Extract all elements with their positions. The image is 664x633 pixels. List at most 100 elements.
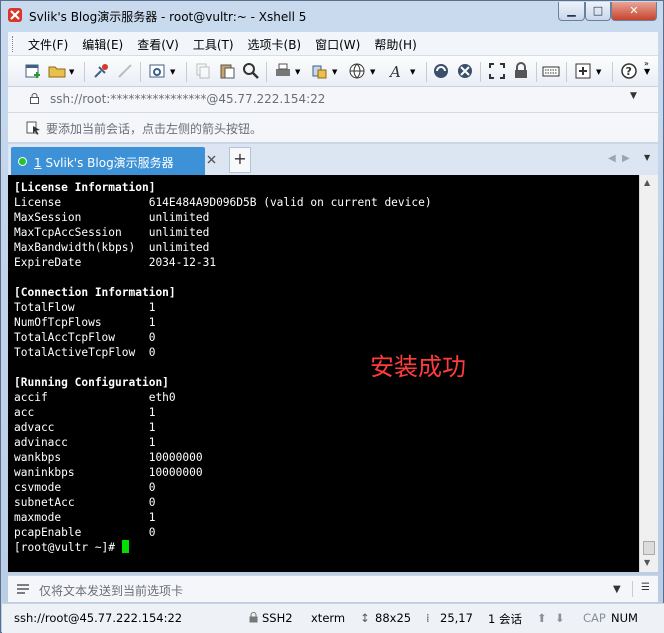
lock-icon bbox=[30, 93, 39, 104]
terminal-line: maxmode 1 bbox=[14, 511, 156, 524]
copy-icon[interactable] bbox=[194, 62, 212, 80]
print-icon[interactable] bbox=[274, 62, 292, 80]
menu-item[interactable]: 编辑(E) bbox=[82, 36, 123, 53]
menu-item[interactable]: 文件(F) bbox=[28, 36, 68, 53]
download-arrow-icon: ⬇ bbox=[555, 611, 565, 625]
xftp-icon[interactable] bbox=[432, 62, 450, 80]
paste-icon[interactable] bbox=[218, 62, 236, 80]
toolbar-separator bbox=[480, 62, 481, 82]
lock-icon[interactable] bbox=[512, 62, 530, 80]
fullscreen-icon[interactable] bbox=[488, 62, 506, 80]
terminal-line: MaxTcpAccSession unlimited bbox=[14, 226, 210, 239]
scrollbar-thumb[interactable] bbox=[643, 541, 655, 555]
toolbar-grip[interactable] bbox=[12, 36, 16, 52]
menu-bar: 文件(F) 编辑(E) 查看(V) 工具(T) 选项卡(B) 窗口(W) 帮助(H) bbox=[8, 32, 658, 56]
compose-separator bbox=[632, 581, 633, 597]
help-icon[interactable]: ? bbox=[620, 62, 638, 80]
session-hint-bar: 要添加当前会话，点击左侧的箭头按钮。 bbox=[8, 113, 658, 143]
terminal-line: subnetAcc 0 bbox=[14, 496, 156, 509]
upload-arrow-icon: ⬆ bbox=[537, 611, 547, 625]
terminal-section-header: [Running Configuration] bbox=[14, 376, 169, 389]
shell-prompt: [root@vultr ~]# bbox=[14, 541, 122, 554]
compose-input[interactable]: 仅将文本发送到当前选项卡 bbox=[39, 582, 183, 599]
toolbar-separator bbox=[186, 62, 187, 82]
globe-dropdown-icon[interactable]: ▼ bbox=[370, 68, 375, 76]
menu-item[interactable]: 工具(T) bbox=[193, 36, 234, 53]
install-success-label: 安装成功 bbox=[370, 353, 466, 381]
main-toolbar: ▼ ▼ ▼ ▼ ▼ A ▼ ▼ ? » ▼ bbox=[8, 56, 658, 87]
tab-number: 1 bbox=[34, 156, 42, 170]
transfer-dropdown-icon[interactable]: ▼ bbox=[332, 68, 337, 76]
tab-name: Svlik's Blog演示服务器 bbox=[41, 156, 174, 170]
tab-session-1[interactable]: 1 Svlik's Blog演示服务器 bbox=[11, 147, 205, 175]
toolbar-overflow-icon[interactable]: » ▼ bbox=[644, 60, 650, 76]
open-dropdown-icon[interactable]: ▼ bbox=[69, 68, 74, 76]
xmanager-icon[interactable] bbox=[456, 62, 474, 80]
font-icon[interactable]: A bbox=[388, 62, 406, 80]
terminal-line: TotalFlow 1 bbox=[14, 301, 156, 314]
xshell-window: Svlik's Blog演示服务器 - root@vultr:~ - Xshel… bbox=[0, 0, 664, 633]
properties-icon[interactable] bbox=[148, 62, 166, 80]
print-dropdown-icon[interactable]: ▼ bbox=[295, 68, 300, 76]
tab-list-dropdown-icon[interactable]: ▼ bbox=[644, 153, 650, 162]
terminal-area[interactable]: [License Information] License 614E484A9D… bbox=[8, 175, 639, 572]
new-tab-button[interactable]: + bbox=[229, 147, 251, 173]
terminal-line: NumOfTcpFlows 1 bbox=[14, 316, 156, 329]
keyboard-icon[interactable] bbox=[542, 62, 560, 80]
terminal-line: ExpireDate 2034-12-31 bbox=[14, 256, 217, 269]
reconnect-icon[interactable] bbox=[92, 62, 110, 80]
disconnect-icon[interactable] bbox=[116, 62, 134, 80]
transfer-icon[interactable] bbox=[310, 62, 328, 80]
menu-item[interactable]: 选项卡(B) bbox=[248, 36, 302, 53]
add-session-arrow-icon[interactable] bbox=[26, 120, 42, 136]
address-bar[interactable]: ssh://root:****************@45.77.222.15… bbox=[8, 87, 658, 113]
toolbar-separator bbox=[426, 62, 427, 82]
terminal-line: advacc 1 bbox=[14, 421, 156, 434]
toolbar-separator bbox=[612, 62, 613, 82]
terminal-line: accif eth0 bbox=[14, 391, 176, 404]
compose-dropdown-icon[interactable]: ▼ bbox=[613, 584, 621, 595]
terminal-line: acc 1 bbox=[14, 406, 156, 419]
terminal-output[interactable]: [License Information] License 614E484A9D… bbox=[14, 180, 432, 555]
compose-menu-icon[interactable]: ☰ bbox=[641, 582, 650, 593]
terminal-scrollbar[interactable]: ▲ ▼ bbox=[639, 175, 658, 572]
compose-bar[interactable]: 仅将文本发送到当前选项卡 ▼ ☰ bbox=[8, 575, 658, 602]
new-session-icon[interactable] bbox=[24, 62, 42, 80]
tab-bar: 1 Svlik's Blog演示服务器 + ◀ ▶ ▼ bbox=[8, 144, 658, 175]
terminal-line: advinacc 1 bbox=[14, 436, 156, 449]
address-dropdown-icon[interactable]: ▼ bbox=[630, 91, 637, 101]
toolbar-separator bbox=[266, 62, 267, 82]
open-folder-icon[interactable] bbox=[48, 62, 66, 80]
connected-status-icon bbox=[18, 157, 27, 166]
add-dropdown-icon[interactable]: ▼ bbox=[596, 68, 601, 76]
status-cursor-position: 25,17 bbox=[440, 611, 473, 625]
close-button[interactable]: ✕ bbox=[611, 2, 657, 21]
status-num-lock: NUM bbox=[611, 611, 638, 625]
font-dropdown-icon[interactable]: ▼ bbox=[410, 68, 415, 76]
properties-dropdown-icon[interactable]: ▼ bbox=[170, 68, 175, 76]
globe-icon[interactable] bbox=[348, 62, 366, 80]
status-connection: ssh://root@45.77.222.154:22 bbox=[14, 611, 183, 625]
maximize-button[interactable]: □ bbox=[585, 2, 611, 21]
status-bar: ssh://root@45.77.222.154:22 SSH2 xterm ↕… bbox=[2, 603, 664, 633]
window-title: Svlik's Blog演示服务器 - root@vultr:~ - Xshel… bbox=[29, 10, 307, 24]
terminal-line: wankbps 10000000 bbox=[14, 451, 203, 464]
tab-next-icon[interactable]: ▶ bbox=[622, 153, 630, 164]
scroll-up-icon[interactable]: ▲ bbox=[644, 178, 650, 187]
menu-item[interactable]: 窗口(W) bbox=[315, 36, 360, 53]
toolbar-separator bbox=[140, 62, 141, 82]
tab-prev-icon[interactable]: ◀ bbox=[608, 153, 616, 164]
menu-item[interactable]: 查看(V) bbox=[137, 36, 179, 53]
toolbar-separator bbox=[84, 62, 85, 82]
scroll-down-icon[interactable]: ▼ bbox=[644, 558, 650, 567]
svg-text:A: A bbox=[388, 63, 401, 80]
address-text[interactable]: ssh://root:****************@45.77.222.15… bbox=[50, 92, 325, 106]
title-bar[interactable]: Svlik's Blog演示服务器 - root@vultr:~ - Xshel… bbox=[1, 1, 663, 29]
tab-close-icon[interactable] bbox=[207, 155, 216, 164]
status-sessions: 1 会话 bbox=[488, 612, 522, 626]
menu-item[interactable]: 帮助(H) bbox=[374, 36, 416, 53]
find-icon[interactable] bbox=[242, 62, 260, 80]
minimize-button[interactable]: ▁ bbox=[558, 2, 585, 21]
add-icon[interactable] bbox=[574, 62, 592, 80]
terminal-size-icon: ↕ bbox=[360, 611, 370, 625]
